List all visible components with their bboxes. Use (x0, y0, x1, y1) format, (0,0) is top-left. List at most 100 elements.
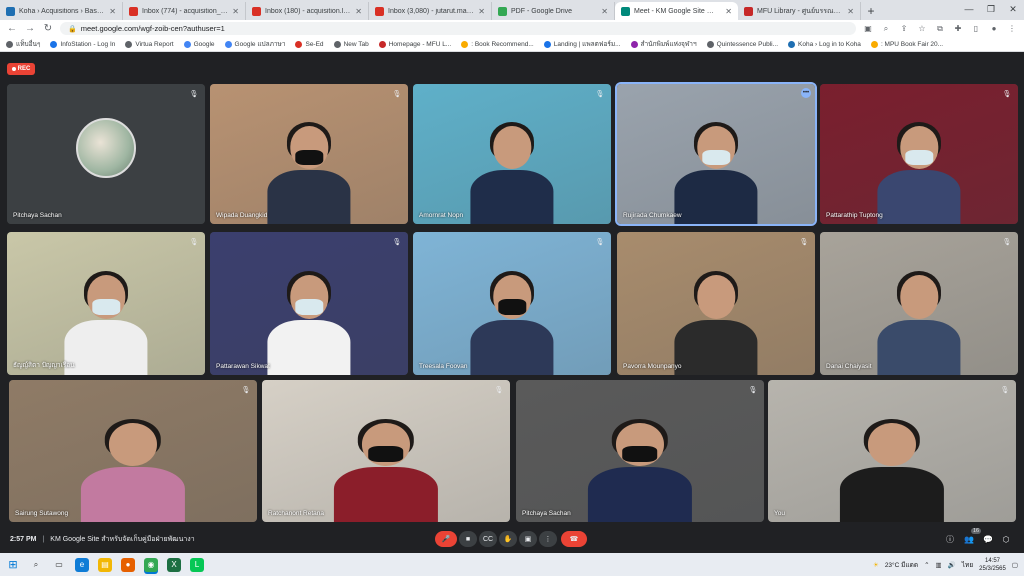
windows-start-icon[interactable]: ⊞ (6, 558, 20, 572)
bookmark-item[interactable]: : MPU Book Fair 20... (870, 40, 943, 48)
bookmark-item[interactable]: Quintessence Publi... (706, 40, 778, 48)
participant-tile[interactable]: 🎙 Pitchaya Sachan (516, 380, 764, 522)
participant-tile[interactable]: 🎙 You (768, 380, 1016, 522)
tab-close-icon[interactable]: ✕ (847, 7, 854, 16)
participant-tile[interactable]: 🎙 Pitchaya Sachan (7, 84, 205, 224)
bookmark-item[interactable]: Google แปลภาษา (224, 39, 286, 49)
bookmark-item[interactable]: InfoStation - Log In (50, 40, 115, 48)
forward-icon[interactable]: → (24, 23, 36, 35)
bookmark-item[interactable]: แท็บอื่นๆ (6, 39, 40, 49)
chat-icon[interactable]: 💬 (982, 533, 994, 545)
mic-toggle-button[interactable]: 🎤 (435, 531, 457, 547)
activities-icon[interactable]: ⬡ (1000, 533, 1012, 545)
puzzle-icon[interactable]: ✚ (952, 23, 964, 35)
participant-name: Pavorra Mounpanyo (623, 363, 682, 370)
line-icon[interactable]: L (190, 557, 204, 572)
raise-hand-button[interactable]: ✋ (499, 531, 517, 547)
search-icon[interactable]: ⌕ (29, 558, 43, 572)
excel-icon[interactable]: X (167, 557, 181, 572)
tab-close-icon[interactable]: ✕ (355, 7, 362, 16)
reload-icon[interactable]: ↻ (42, 23, 54, 35)
participant-video (64, 270, 148, 375)
tab-close-icon[interactable]: ✕ (232, 7, 239, 16)
tab-label: Inbox (180) - acquisition.library (265, 7, 352, 15)
maximize-button[interactable]: ❐ (980, 0, 1002, 18)
participant-tile[interactable]: 🎙 Wipada Duangkid (210, 84, 408, 224)
volume-icon[interactable]: 🔊 (948, 561, 956, 569)
bookmark-item[interactable]: สำนักพิมพ์แห่งจุฬาฯ (630, 39, 697, 49)
captions-button[interactable]: CC (479, 531, 497, 547)
mic-muted-icon: 🎙 (189, 91, 199, 98)
bookmark-label: Google แปลภาษา (234, 41, 286, 48)
bookmark-item[interactable]: Google (183, 40, 215, 48)
profile-avatar[interactable]: ● (988, 23, 1000, 35)
tab-close-icon[interactable]: ✕ (109, 7, 116, 16)
clock[interactable]: 14:57 25/3/2565 (979, 557, 1006, 573)
sidebar-icon[interactable]: ▯ (970, 23, 982, 35)
zoom-icon[interactable]: ⌕ (880, 23, 892, 35)
browser-tab[interactable]: Meet - KM Google Site สำหรับ ✕ (615, 2, 738, 20)
participant-tile[interactable]: 🎙 Danai Chaiyasit (820, 232, 1018, 375)
notification-icon[interactable]: ▢ (1012, 561, 1018, 569)
participant-tile[interactable]: 🎙 Amornrat Nopn (413, 84, 611, 224)
present-button[interactable]: ▣ (519, 531, 537, 547)
browser-tab[interactable]: Inbox (180) - acquisition.library ✕ (246, 2, 369, 20)
tab-close-icon[interactable]: ✕ (601, 7, 608, 16)
new-tab-button[interactable]: + (861, 2, 881, 20)
leave-call-button[interactable]: ☎ (561, 531, 587, 547)
bookmark-item[interactable]: Virtua Report (125, 40, 174, 48)
bookmark-item[interactable]: Landing | แพลตฟอร์ม... (543, 39, 621, 49)
browser-tab[interactable]: Koha › Acquisitions › Basket PO✕ (0, 2, 123, 20)
bookmark-item[interactable]: New Tab (333, 40, 369, 48)
participant-tile[interactable]: 🎙 Pattarathip Tuptong (820, 84, 1018, 224)
meeting-info-icon[interactable]: ⓘ (944, 533, 956, 545)
camera-toggle-button[interactable]: ■ (459, 531, 477, 547)
edge-icon[interactable]: e (75, 557, 89, 572)
mic-muted-icon: 🎙 (595, 91, 605, 98)
file-explorer-icon[interactable]: ▤ (98, 557, 112, 572)
meeting-separator: | (42, 535, 45, 543)
participant-name: Sairung Sutawong (15, 510, 69, 517)
participant-tile[interactable]: 🎙 ธัญญ์สิตา ปัญญาเรือน (7, 232, 205, 375)
bookmark-favicon-icon (630, 40, 638, 48)
task-view-icon[interactable]: ▭ (52, 558, 66, 572)
bookmark-item[interactable]: Se-Ed (295, 40, 324, 48)
participant-tile[interactable]: ••• Rujirada Chumkaew (615, 82, 817, 226)
minimize-button[interactable]: — (958, 0, 980, 18)
participant-tile[interactable]: 🎙 Treesala Foovan (413, 232, 611, 375)
tab-close-icon[interactable]: ✕ (478, 7, 485, 16)
participant-tile[interactable]: 🎙 Ratchanont Retana (262, 380, 510, 522)
chrome-icon[interactable]: ◉ (144, 557, 158, 572)
tray-overflow-icon[interactable]: ⌃ (924, 561, 929, 569)
firefox-icon[interactable]: ● (121, 557, 135, 572)
bookmark-item[interactable]: Koha › Log in to Koha (788, 40, 861, 48)
avatar (76, 118, 136, 178)
participant-tile[interactable]: 🎙 Sairung Sutawong (9, 380, 257, 522)
extension-icon[interactable]: ⧉ (934, 23, 946, 35)
share-icon[interactable]: ⇪ (898, 23, 910, 35)
close-window-button[interactable]: ✕ (1002, 0, 1024, 18)
participant-tile[interactable]: 🎙 Pavorra Mounpanyo (617, 232, 815, 375)
back-icon[interactable]: ← (6, 23, 18, 35)
menu-icon[interactable]: ⋮ (1006, 23, 1018, 35)
browser-tab[interactable]: PDF - Google Drive ✕ (492, 2, 615, 20)
browser-tab[interactable]: MFU Library - ศูนย์บรรณสารสนเทศ ✕ (738, 2, 861, 20)
more-options-button[interactable]: ⋮ (539, 531, 557, 547)
browser-tab[interactable]: Inbox (774) - acquisition_library ✕ (123, 2, 246, 20)
person-body (674, 170, 758, 224)
url-text: meet.google.com/wgf-zoib-cen?authuser=1 (80, 24, 225, 33)
url-input[interactable]: 🔒 meet.google.com/wgf-zoib-cen?authuser=… (60, 22, 856, 35)
network-icon[interactable]: ▥ (936, 561, 942, 569)
mic-muted-icon: 🎙 (1002, 91, 1012, 98)
language-indicator[interactable]: ไทย (962, 560, 973, 570)
bookmark-item[interactable]: Homepage - MFU L... (378, 40, 451, 48)
browser-tab[interactable]: Inbox (3,080) - jutarut.mai@mfu ✕ (369, 2, 492, 20)
tab-close-icon[interactable]: ✕ (725, 7, 732, 16)
people-icon[interactable]: 👥 (963, 533, 975, 545)
bookmark-item[interactable]: : Book Recommend... (461, 40, 534, 48)
tab-favicon-icon (375, 6, 384, 16)
bookmark-star-icon[interactable]: ☆ (916, 23, 928, 35)
recording-label: REC (17, 66, 31, 72)
camera-permission-icon[interactable]: ▣ (862, 23, 874, 35)
participant-tile[interactable]: 🎙 Pattarawan Sikwat (210, 232, 408, 375)
